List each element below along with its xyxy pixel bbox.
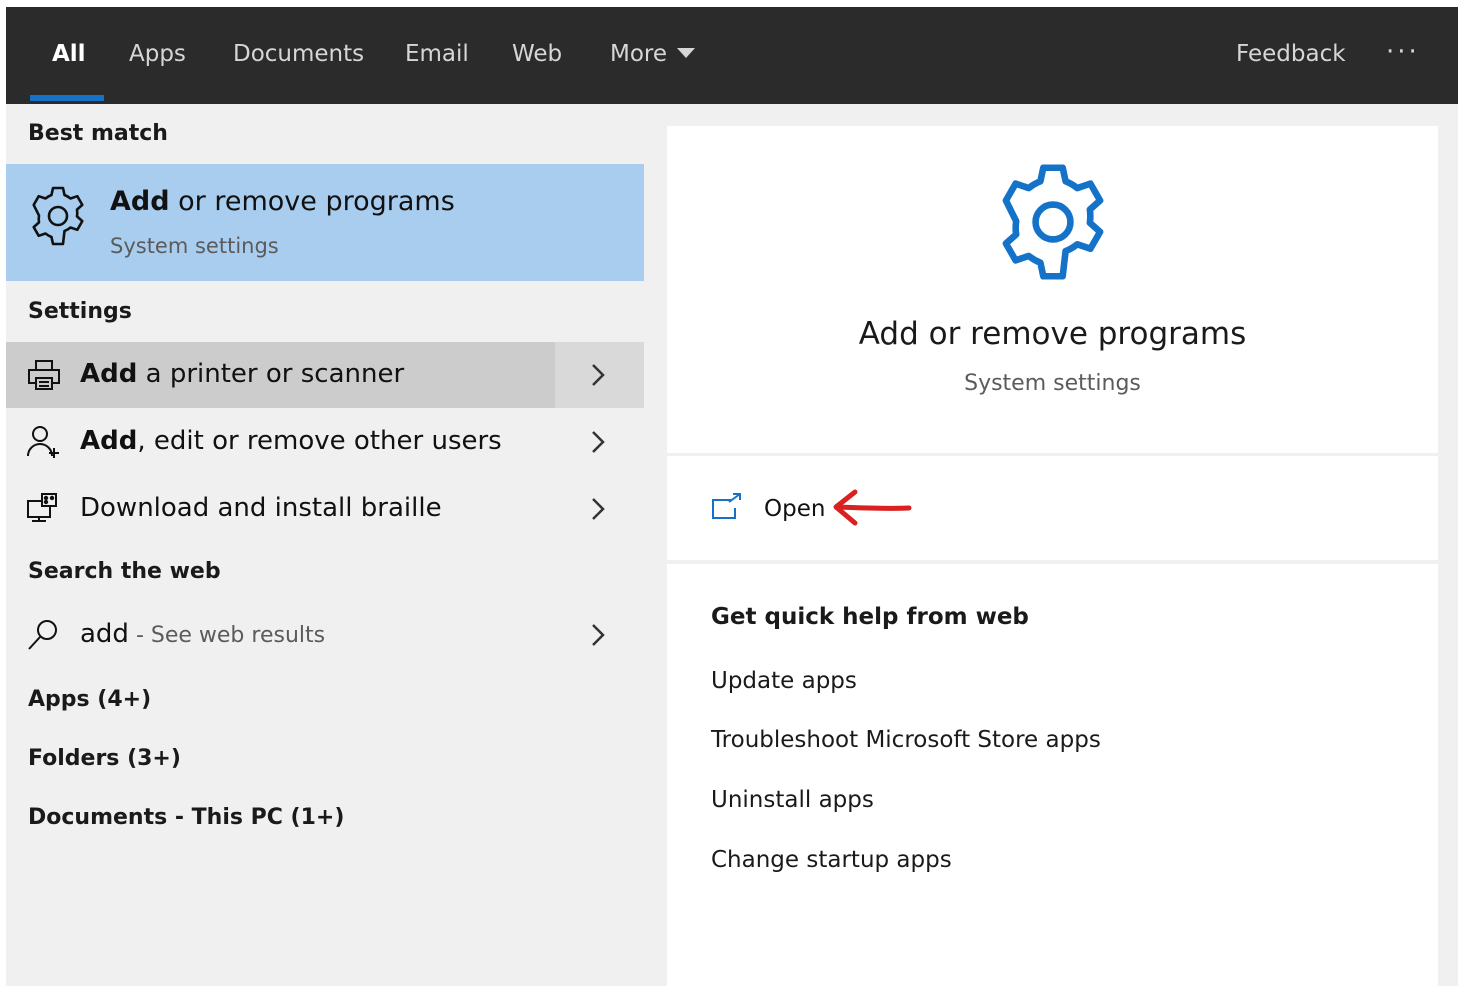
tab-documents[interactable]: Documents bbox=[233, 7, 364, 104]
settings-header: Settings bbox=[28, 299, 132, 324]
folders-group-header[interactable]: Folders (3+) bbox=[28, 746, 181, 771]
chevron-right-icon bbox=[592, 364, 605, 386]
chevron-right-icon bbox=[592, 431, 605, 453]
documents-group-header[interactable]: Documents - This PC (1+) bbox=[28, 805, 344, 830]
braille-device-icon bbox=[27, 493, 57, 522]
more-options-button[interactable]: ··· bbox=[1386, 7, 1420, 104]
tab-more[interactable]: More bbox=[610, 7, 696, 104]
caret-down-icon bbox=[677, 47, 696, 58]
actions-card: Open bbox=[667, 456, 1438, 560]
settings-item-label: Add, edit or remove other users bbox=[80, 426, 502, 456]
preview-header-card: Add or remove programs System settings bbox=[667, 126, 1438, 453]
help-link-update-apps[interactable]: Update apps bbox=[711, 668, 857, 694]
tab-all[interactable]: All bbox=[52, 7, 86, 104]
search-web-header: Search the web bbox=[28, 559, 221, 584]
tab-more-label: More bbox=[610, 41, 668, 67]
web-search-item[interactable]: add - See web results bbox=[6, 602, 644, 668]
settings-item-braille[interactable]: Download and install braille bbox=[6, 476, 644, 542]
chevron-right-icon bbox=[592, 624, 605, 646]
search-window: All Apps Documents Email Web More Feedba… bbox=[6, 7, 1458, 986]
best-match-result[interactable]: Add or remove programs System settings bbox=[6, 164, 644, 281]
best-match-title: Add or remove programs bbox=[110, 186, 455, 217]
web-search-label: add - See web results bbox=[80, 619, 326, 649]
gear-icon bbox=[1002, 164, 1104, 280]
settings-item-label: Download and install braille bbox=[80, 493, 442, 523]
apps-group-header[interactable]: Apps (4+) bbox=[28, 687, 151, 712]
quick-help-card: Get quick help from web Update apps Trou… bbox=[667, 564, 1438, 986]
feedback-button[interactable]: Feedback bbox=[1236, 7, 1346, 104]
help-link-uninstall-apps[interactable]: Uninstall apps bbox=[711, 787, 874, 813]
settings-item-printer[interactable]: Add a printer or scanner bbox=[6, 342, 644, 408]
printer-icon bbox=[28, 360, 60, 390]
settings-item-users[interactable]: Add, edit or remove other users bbox=[6, 409, 644, 475]
best-match-subtitle: System settings bbox=[110, 234, 279, 258]
user-add-icon bbox=[27, 426, 59, 458]
best-match-header: Best match bbox=[28, 121, 168, 146]
chevron-right-icon bbox=[592, 498, 605, 520]
preview-title: Add or remove programs bbox=[858, 316, 1247, 352]
search-tab-bar: All Apps Documents Email Web More Feedba… bbox=[6, 7, 1458, 104]
active-tab-indicator bbox=[30, 95, 104, 101]
quick-help-header: Get quick help from web bbox=[711, 604, 1029, 630]
open-action-link[interactable]: Open bbox=[764, 496, 825, 522]
tab-web[interactable]: Web bbox=[512, 7, 562, 104]
help-link-startup-apps[interactable]: Change startup apps bbox=[711, 847, 952, 873]
open-external-icon bbox=[712, 493, 741, 519]
tab-apps[interactable]: Apps bbox=[129, 7, 186, 104]
help-link-troubleshoot-store[interactable]: Troubleshoot Microsoft Store apps bbox=[711, 727, 1101, 753]
red-arrow-annotation-icon bbox=[833, 489, 912, 526]
gear-icon bbox=[32, 186, 84, 246]
search-icon bbox=[28, 620, 57, 650]
preview-subtitle: System settings bbox=[964, 371, 1141, 396]
tab-email[interactable]: Email bbox=[405, 7, 469, 104]
settings-item-label: Add a printer or scanner bbox=[80, 359, 405, 389]
